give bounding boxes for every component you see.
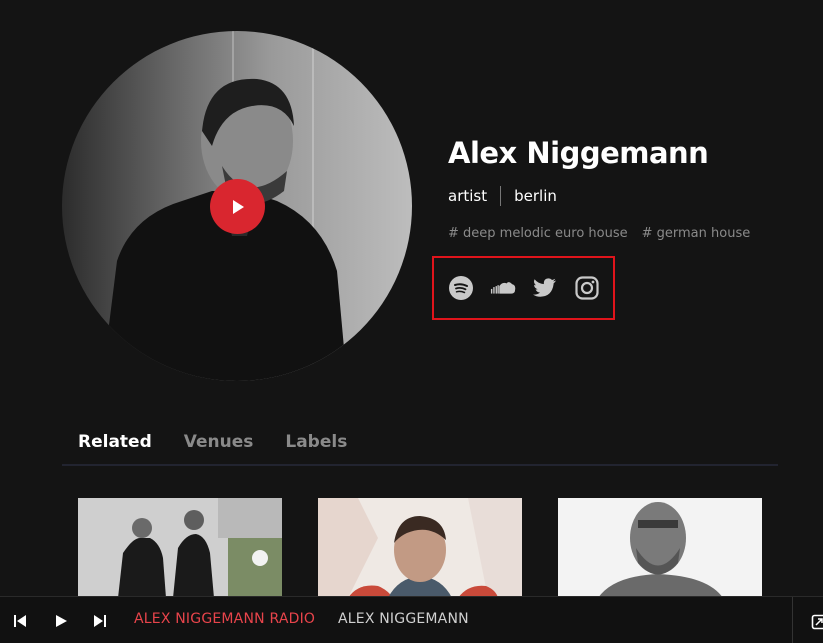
meta-divider	[500, 186, 502, 206]
related-artist-image	[318, 498, 522, 598]
soundcloud-icon[interactable]	[490, 275, 516, 301]
now-playing-title[interactable]: ALEX NIGGEMANN RADIO	[134, 611, 315, 627]
expand-button[interactable]	[806, 609, 823, 635]
artist-role: artist	[448, 187, 488, 205]
spotify-icon[interactable]	[448, 275, 474, 301]
play-icon	[56, 615, 67, 627]
artist-city[interactable]: berlin	[514, 187, 557, 205]
expand-icon	[811, 614, 823, 630]
play-button[interactable]	[210, 179, 265, 234]
player-divider	[792, 597, 793, 643]
instagram-icon[interactable]	[574, 275, 600, 301]
related-artist-card[interactable]	[318, 498, 522, 598]
previous-button[interactable]	[7, 608, 33, 634]
content-tabs: Related Venues Labels	[62, 430, 778, 466]
related-artist-image	[78, 498, 282, 598]
next-button[interactable]	[87, 608, 113, 634]
tab-related[interactable]: Related	[78, 430, 152, 464]
genre-tags: # deep melodic euro house # german house	[448, 226, 750, 241]
twitter-icon[interactable]	[532, 275, 558, 301]
play-icon	[232, 199, 244, 214]
related-artist-card[interactable]	[558, 498, 762, 598]
skip-next-icon	[94, 615, 106, 627]
play-pause-button[interactable]	[48, 608, 74, 634]
player-bar: ALEX NIGGEMANN RADIO ALEX NIGGEMANN	[0, 596, 823, 643]
social-links	[432, 256, 615, 320]
artist-name: Alex Niggemann	[448, 136, 709, 170]
tab-labels[interactable]: Labels	[285, 430, 347, 464]
skip-previous-icon	[14, 615, 26, 627]
tab-venues[interactable]: Venues	[184, 430, 254, 464]
genre-tag[interactable]: # german house	[642, 226, 751, 241]
now-playing-artist[interactable]: ALEX NIGGEMANN	[338, 611, 469, 627]
artist-meta: artist berlin	[448, 186, 557, 206]
artist-photo	[62, 31, 412, 381]
related-artist-card[interactable]	[78, 498, 282, 598]
related-artist-image	[558, 498, 762, 598]
genre-tag[interactable]: # deep melodic euro house	[448, 226, 628, 241]
